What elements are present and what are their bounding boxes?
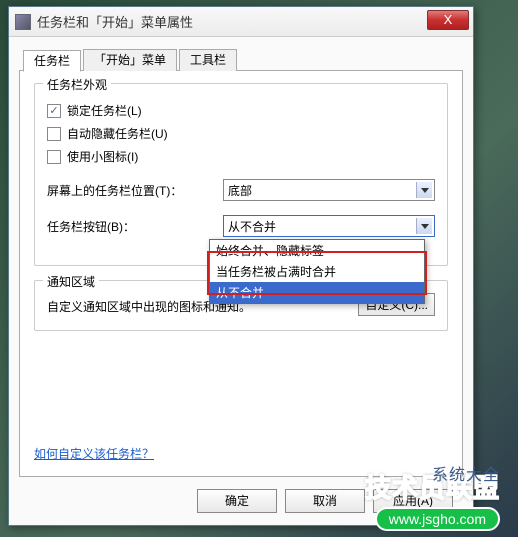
checkbox-lock[interactable]: [47, 104, 61, 118]
close-button[interactable]: X: [427, 10, 469, 30]
combo-position-value: 底部: [228, 182, 252, 199]
tabpanel: 任务栏外观 锁定任务栏(L) 自动隐藏任务栏(U) 使用小图标(I) 屏幕上的任…: [19, 70, 463, 477]
chevron-down-icon: [416, 182, 432, 198]
row-autohide: 自动隐藏任务栏(U): [47, 125, 435, 142]
group-notify-title: 通知区域: [43, 273, 99, 290]
cancel-button[interactable]: 取消: [285, 489, 365, 513]
titlebar: 任务栏和「开始」菜单属性 X: [9, 7, 473, 37]
dialog-window: 任务栏和「开始」菜单属性 X 任务栏 「开始」菜单 工具栏 任务栏外观 锁定任务…: [8, 6, 474, 526]
apply-button[interactable]: 应用(A): [373, 489, 453, 513]
window-icon: [15, 14, 31, 30]
combo-buttons-value: 从不合并: [228, 218, 276, 235]
checkbox-autohide[interactable]: [47, 127, 61, 141]
combo-position[interactable]: 底部: [223, 179, 435, 201]
label-smallicons[interactable]: 使用小图标(I): [67, 148, 138, 165]
dropdown-item-always[interactable]: 始终合并、隐藏标签: [210, 240, 424, 261]
window-title: 任务栏和「开始」菜单属性: [37, 12, 193, 31]
row-smallicons: 使用小图标(I): [47, 148, 435, 165]
chevron-down-icon: [416, 218, 432, 234]
tab-toolbars[interactable]: 工具栏: [179, 49, 237, 71]
client-area: 任务栏 「开始」菜单 工具栏 任务栏外观 锁定任务栏(L) 自动隐藏任务栏(U)…: [9, 37, 473, 525]
label-position: 屏幕上的任务栏位置(T)：: [47, 182, 223, 199]
dropdown-buttons: 始终合并、隐藏标签 当任务栏被占满时合并 从不合并: [209, 239, 425, 304]
tab-taskbar[interactable]: 任务栏: [23, 50, 81, 72]
label-buttons: 任务栏按钮(B)：: [47, 218, 223, 235]
group-appearance-title: 任务栏外观: [43, 76, 111, 93]
combo-buttons[interactable]: 从不合并: [223, 215, 435, 237]
checkbox-smallicons[interactable]: [47, 150, 61, 164]
label-autohide[interactable]: 自动隐藏任务栏(U): [67, 125, 168, 142]
label-lock[interactable]: 锁定任务栏(L): [67, 102, 142, 119]
help-link[interactable]: 如何自定义该任务栏？: [34, 445, 154, 462]
row-lock: 锁定任务栏(L): [47, 102, 435, 119]
dropdown-item-never[interactable]: 从不合并: [210, 282, 424, 303]
ok-button[interactable]: 确定: [197, 489, 277, 513]
dropdown-item-whenfull[interactable]: 当任务栏被占满时合并: [210, 261, 424, 282]
tabstrip: 任务栏 「开始」菜单 工具栏: [23, 49, 239, 71]
dialog-buttons: 确定 取消 应用(A): [197, 489, 453, 513]
row-buttons: 任务栏按钮(B)： 从不合并: [47, 215, 435, 237]
row-position: 屏幕上的任务栏位置(T)： 底部: [47, 179, 435, 201]
tab-startmenu[interactable]: 「开始」菜单: [83, 49, 177, 71]
